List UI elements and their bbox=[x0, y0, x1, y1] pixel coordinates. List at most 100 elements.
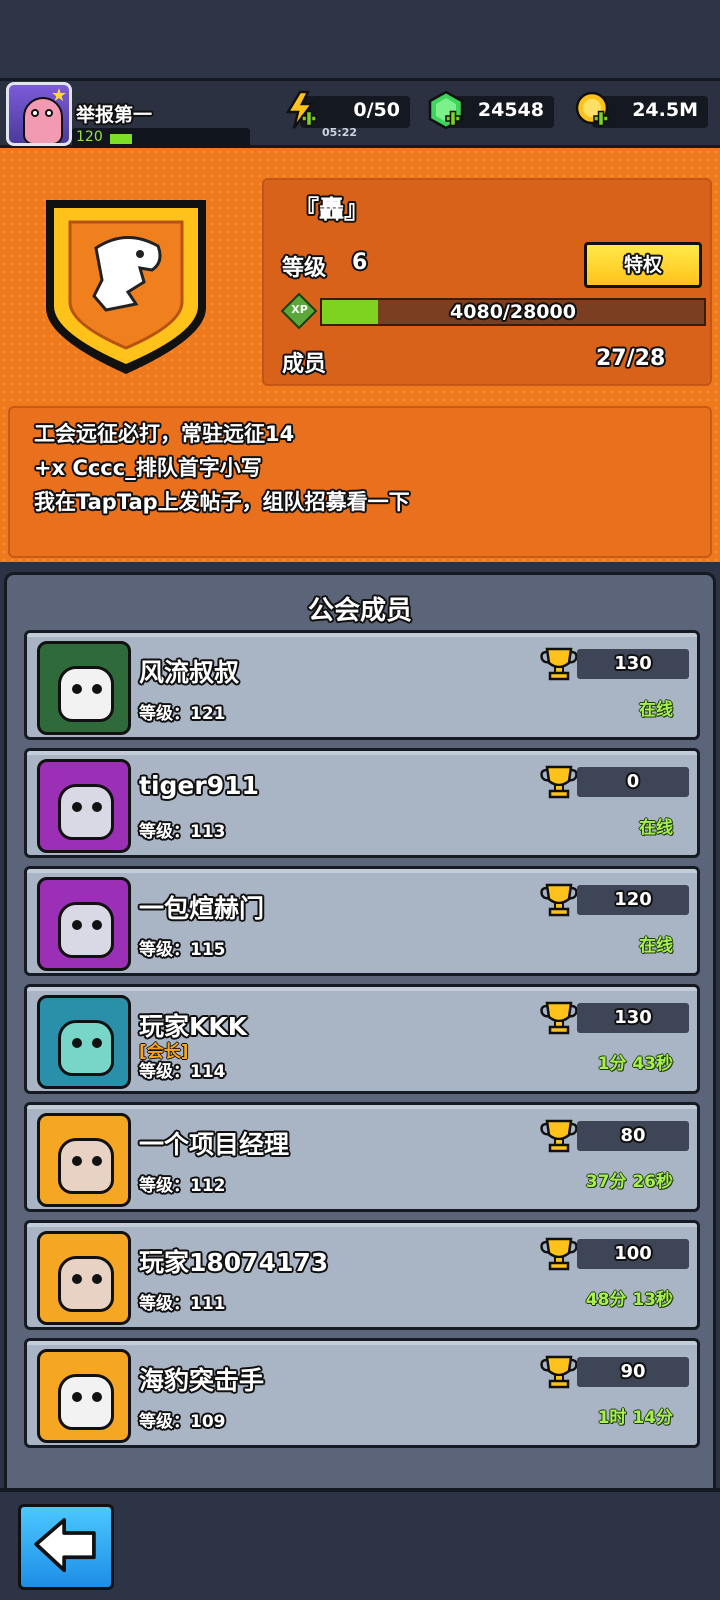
pet-eye bbox=[92, 684, 102, 694]
privilege-button[interactable]: 特权 bbox=[584, 242, 702, 288]
member-card[interactable]: 海豹突击手 等级：109 90 1时 14分 bbox=[24, 1338, 700, 1448]
member-level-prefix: 等级： bbox=[139, 1062, 190, 1082]
guild-xp-bar: 4080/28000 bbox=[320, 298, 706, 326]
member-avatar[interactable] bbox=[37, 995, 131, 1089]
member-level-value: 114 bbox=[190, 1062, 226, 1082]
pet-eye bbox=[72, 1156, 82, 1166]
member-score: 0 bbox=[626, 771, 640, 792]
coin-icon bbox=[575, 91, 609, 127]
member-avatar[interactable] bbox=[37, 1231, 131, 1325]
member-card[interactable]: 玩家KKK [会长] 等级：114 130 1分 43秒 bbox=[24, 984, 700, 1094]
member-score-box: 120 bbox=[577, 885, 689, 915]
avatar-eye bbox=[45, 109, 53, 117]
pet-eye bbox=[92, 802, 102, 812]
member-name: tiger911 bbox=[139, 771, 259, 800]
energy-value: 0/50 bbox=[353, 99, 400, 121]
back-button[interactable] bbox=[18, 1504, 114, 1590]
gem-icon bbox=[428, 90, 464, 130]
member-score-box: 90 bbox=[577, 1357, 689, 1387]
member-name: 一个项目经理 bbox=[139, 1130, 290, 1159]
member-level-value: 109 bbox=[190, 1412, 226, 1432]
member-pet-icon bbox=[58, 1020, 114, 1076]
player-level-bar: 120 bbox=[72, 128, 250, 150]
player-avatar[interactable]: ★ bbox=[6, 82, 72, 146]
notice-line: +x Cccc_排队首字小写 bbox=[34, 456, 262, 480]
member-card[interactable]: 风流叔叔 等级：121 130 在线 bbox=[24, 630, 700, 740]
member-score: 130 bbox=[614, 1007, 652, 1028]
member-score-box: 80 bbox=[577, 1121, 689, 1151]
member-level-prefix: 等级： bbox=[139, 822, 190, 842]
trophy-icon bbox=[540, 1001, 578, 1035]
gem-value: 24548 bbox=[477, 99, 544, 121]
trophy-icon bbox=[540, 1119, 578, 1153]
member-pet-icon bbox=[58, 666, 114, 722]
member-status: 1时 14分 bbox=[597, 1408, 673, 1428]
pet-eye bbox=[72, 1392, 82, 1402]
player-level: 120 bbox=[76, 129, 103, 145]
trophy-icon bbox=[540, 1355, 578, 1389]
member-name: 风流叔叔 bbox=[139, 658, 240, 687]
guild-level-label: 等级 bbox=[282, 256, 327, 281]
member-status: 1分 43秒 bbox=[597, 1054, 673, 1074]
member-name: 一包煊赫门 bbox=[139, 894, 265, 923]
member-status: 37分 26秒 bbox=[585, 1172, 673, 1192]
member-card[interactable]: 一个项目经理 等级：112 80 37分 26秒 bbox=[24, 1102, 700, 1212]
member-pet-icon bbox=[58, 902, 114, 958]
member-avatar[interactable] bbox=[37, 877, 131, 971]
pet-eye bbox=[92, 1274, 102, 1284]
pet-eye bbox=[72, 802, 82, 812]
guild-level-value: 6 bbox=[352, 250, 368, 275]
energy-bolt-icon bbox=[285, 90, 317, 129]
member-card[interactable]: tiger911 等级：113 0 在线 bbox=[24, 748, 700, 858]
member-score-box: 0 bbox=[577, 767, 689, 797]
back-arrow-icon bbox=[34, 1518, 96, 1573]
member-score-box: 130 bbox=[577, 649, 689, 679]
member-score: 90 bbox=[620, 1361, 646, 1382]
member-level: 等级：109 bbox=[139, 1407, 226, 1432]
member-status: 在线 bbox=[639, 818, 673, 838]
member-pet-icon bbox=[58, 1138, 114, 1194]
member-status: 在线 bbox=[639, 700, 673, 720]
members-title: 公会成员 bbox=[307, 596, 412, 626]
guild-xp-text: 4080/28000 bbox=[450, 301, 576, 323]
pet-eye bbox=[72, 1274, 82, 1284]
member-avatar[interactable] bbox=[37, 1113, 131, 1207]
energy-counter[interactable]: 0/50 bbox=[285, 90, 410, 129]
status-bar-area bbox=[0, 0, 720, 80]
member-avatar[interactable] bbox=[37, 1349, 131, 1443]
member-pet-icon bbox=[58, 784, 114, 840]
pet-eye bbox=[92, 920, 102, 930]
trophy-icon bbox=[540, 765, 578, 799]
pet-eye bbox=[92, 1038, 102, 1048]
trophy-icon bbox=[540, 1237, 578, 1271]
pet-eye bbox=[72, 920, 82, 930]
pet-eye bbox=[92, 1156, 102, 1166]
member-level-value: 121 bbox=[190, 704, 226, 724]
member-name: 玩家18074173 bbox=[139, 1248, 329, 1277]
member-level-prefix: 等级： bbox=[139, 1294, 190, 1314]
member-score-box: 100 bbox=[577, 1239, 689, 1269]
notice-line: 工会远征必打，常驻远征14 bbox=[34, 422, 295, 446]
coin-counter[interactable]: 24.5M bbox=[575, 91, 708, 128]
coin-value: 24.5M bbox=[632, 99, 698, 121]
member-avatar[interactable] bbox=[37, 641, 131, 735]
energy-timer: 05:22 bbox=[322, 126, 358, 139]
trophy-icon bbox=[540, 883, 578, 917]
trophy-icon bbox=[540, 647, 578, 681]
star-icon: ★ bbox=[50, 85, 67, 106]
gem-counter[interactable]: 24548 bbox=[428, 90, 554, 130]
guild-emblem-icon bbox=[46, 200, 206, 374]
member-card[interactable]: 一包煊赫门 等级：115 120 在线 bbox=[24, 866, 700, 976]
member-card[interactable]: 玩家18074173 等级：111 100 48分 13秒 bbox=[24, 1220, 700, 1330]
guild-name: 『轟』 bbox=[294, 195, 370, 224]
member-score: 120 bbox=[614, 889, 652, 910]
member-pet-icon bbox=[58, 1374, 114, 1430]
member-level-value: 112 bbox=[190, 1176, 226, 1196]
member-level: 等级：115 bbox=[139, 935, 226, 960]
member-name: 海豹突击手 bbox=[139, 1366, 265, 1395]
member-score-box: 130 bbox=[577, 1003, 689, 1033]
member-avatar[interactable] bbox=[37, 759, 131, 853]
pet-eye bbox=[72, 684, 82, 694]
member-level: 等级：121 bbox=[139, 699, 226, 724]
member-status: 在线 bbox=[639, 936, 673, 956]
